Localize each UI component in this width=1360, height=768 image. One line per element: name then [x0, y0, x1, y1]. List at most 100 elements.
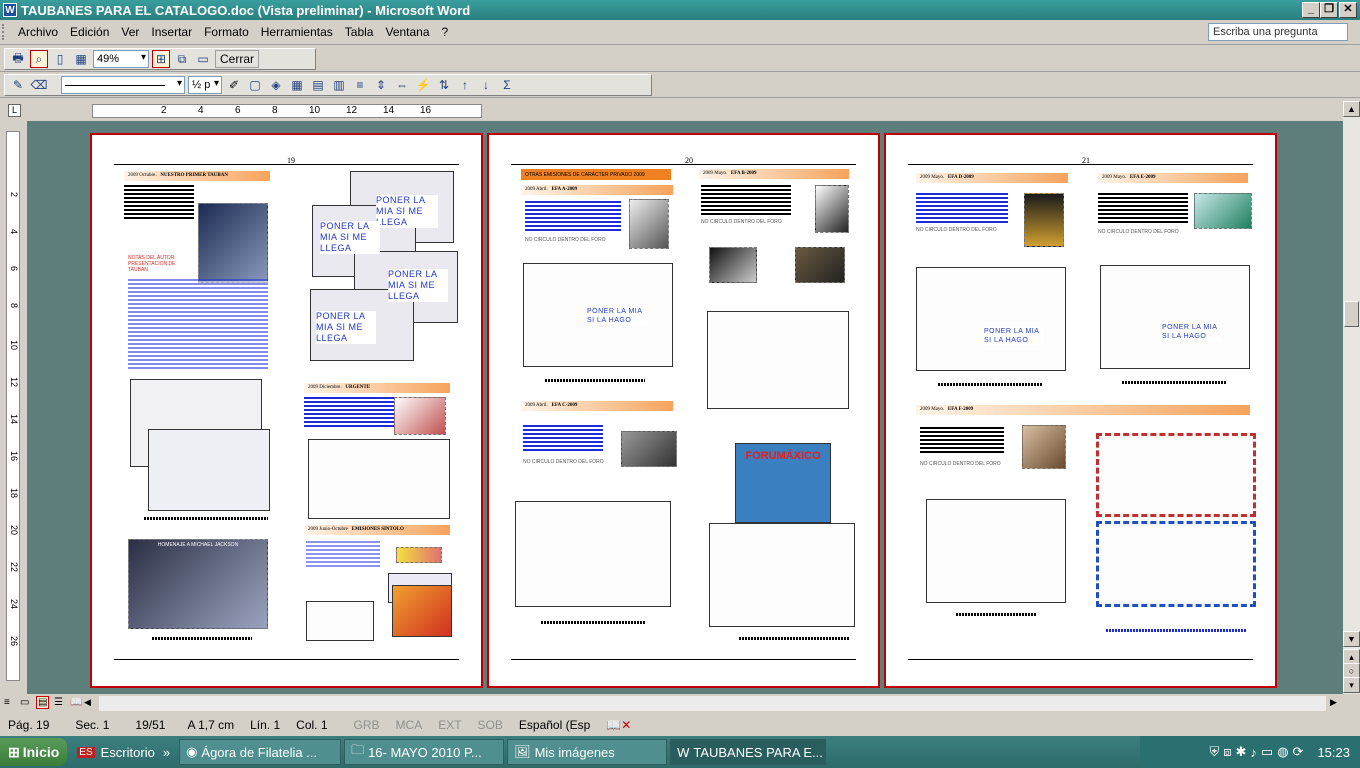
page-19[interactable]: 19 2009 Octubre. NUESTRO PRIMER TAUBAN N… — [90, 133, 483, 688]
taskbar: ⊞ Inicio ES Escritorio » ◉ Ágora de Filateli… — [0, 736, 1360, 768]
network-icon[interactable]: ⧈ — [1223, 744, 1231, 760]
taskbar-item-folder[interactable]: 🗀 16- MAYO 2010 P... — [344, 739, 505, 765]
ruler-scale[interactable]: 2 4 6 8 10 12 14 16 — [92, 104, 482, 118]
vruler-tick-label: 12 — [9, 377, 19, 388]
windows-logo-icon: ⊞ — [8, 743, 20, 760]
vruler-tick-label: 4 — [9, 229, 19, 235]
menu-insertar[interactable]: Insertar — [145, 25, 198, 39]
print-icon[interactable]: 🖶 — [9, 50, 27, 68]
menu-grip[interactable] — [2, 24, 12, 40]
word-app-icon[interactable]: W — [3, 3, 17, 17]
menu-tabla[interactable]: Tabla — [339, 25, 380, 39]
volume-icon[interactable]: ♪ — [1250, 745, 1257, 760]
next-page-button[interactable]: ▾ — [1343, 677, 1360, 693]
menu-edicion[interactable]: Edición — [64, 25, 115, 39]
help-search-input[interactable]: Escriba una pregunta — [1208, 23, 1348, 41]
placeholder-text: PONER LA MIA SI ME LLEGA — [316, 311, 376, 344]
one-page-icon[interactable]: ▯ — [51, 50, 69, 68]
taskbar-item-images[interactable]: 🖼 Mis imágenes — [507, 739, 668, 765]
web-view-icon[interactable]: ▭ — [20, 697, 29, 708]
normal-view-icon[interactable]: ≡ — [4, 697, 10, 708]
page-number: 19 — [287, 156, 295, 165]
caption — [956, 613, 1036, 616]
sort-descending-icon[interactable]: ↓ — [477, 76, 495, 94]
minimize-button[interactable]: _ — [1302, 2, 1320, 18]
taskbar-item-word[interactable]: W TAUBANES PARA E... — [670, 739, 827, 765]
caption — [545, 379, 645, 382]
insert-table-icon[interactable]: ▦ — [288, 76, 306, 94]
vruler-tick-label: 26 — [9, 636, 19, 647]
page-21[interactable]: 21 2009 Mayo. EFA D-2009 NO CIRCULO DENT… — [884, 133, 1277, 688]
restore-button[interactable]: ❐ — [1320, 2, 1338, 18]
text-block — [920, 427, 1004, 453]
outside-border-icon[interactable]: ▢ — [246, 76, 264, 94]
taskbar-item-chrome[interactable]: ◉ Ágora de Filatelia ... — [179, 739, 342, 765]
reading-view-icon[interactable]: 📖 — [70, 697, 82, 708]
status-record[interactable]: GRB — [346, 718, 388, 732]
line-style-select[interactable] — [61, 76, 185, 94]
security-icon[interactable]: ◍ — [1277, 744, 1288, 760]
status-track-changes[interactable]: MCA — [388, 718, 431, 732]
scroll-down-button[interactable]: ▼ — [1343, 631, 1360, 647]
magnifier-icon[interactable]: ⌕ — [30, 50, 48, 68]
close-preview-button[interactable]: Cerrar — [215, 50, 260, 68]
status-language[interactable]: Español (Esp — [511, 718, 598, 732]
section-title: EFA D-2009 — [947, 175, 974, 180]
sort-ascending-icon[interactable]: ↑ — [456, 76, 474, 94]
shield-icon[interactable]: ⛨ — [1209, 744, 1219, 760]
scroll-right-button[interactable]: ▶ — [1330, 697, 1337, 708]
scroll-left-button[interactable]: ◀ — [84, 697, 91, 708]
monitor-icon[interactable]: ▭ — [1261, 744, 1273, 760]
status-overtype[interactable]: SOB — [470, 718, 511, 732]
status-position: A 1,7 cm — [187, 717, 235, 732]
zoom-select[interactable]: 49% — [93, 50, 149, 68]
outline-view-icon[interactable]: ☰ — [54, 697, 63, 708]
shrink-to-fit-icon[interactable]: ⧉ — [173, 50, 191, 68]
shading-color-icon[interactable]: ◈ — [267, 76, 285, 94]
vertical-ruler-scale[interactable]: 2 4 6 8 10 12 14 16 18 20 22 24 26 — [6, 131, 20, 681]
tab-selector[interactable]: L — [8, 104, 21, 117]
vertical-scrollbar[interactable]: ▲ ▼ ▴ ○ ▾ — [1343, 101, 1360, 694]
table-autoformat-icon[interactable]: ⚡ — [414, 76, 432, 94]
split-cells-icon[interactable]: ▥ — [330, 76, 348, 94]
start-button[interactable]: ⊞ Inicio — [0, 738, 68, 766]
distribute-columns-icon[interactable]: ⇔ — [393, 76, 411, 94]
menu-ventana[interactable]: Ventana — [379, 25, 435, 39]
placeholder-text: PONER LA MIA SI ME LLEGA — [388, 269, 448, 302]
header-line — [908, 164, 1253, 165]
border-color-icon[interactable]: ✐ — [225, 76, 243, 94]
print-view-icon[interactable]: ▤ — [36, 696, 50, 709]
menu-formato[interactable]: Formato — [198, 25, 255, 39]
spelling-status-icon[interactable]: 📖✕ — [598, 718, 639, 732]
close-button[interactable]: ✕ — [1339, 2, 1357, 18]
chevron-icon: » — [162, 744, 171, 760]
autosum-icon[interactable]: Σ — [498, 76, 516, 94]
full-screen-icon[interactable]: ▭ — [194, 50, 212, 68]
update-icon[interactable]: ⟳ — [1293, 744, 1304, 760]
view-ruler-icon[interactable]: ⊞ — [152, 50, 170, 68]
word-icon: W — [677, 744, 690, 760]
menu-help[interactable]: ? — [436, 25, 455, 39]
merge-cells-icon[interactable]: ▤ — [309, 76, 327, 94]
menu-herramientas[interactable]: Herramientas — [255, 25, 339, 39]
eraser-icon[interactable]: ⌫ — [30, 76, 48, 94]
scroll-up-button[interactable]: ▲ — [1343, 101, 1360, 117]
taskbar-item-desktop[interactable]: ES Escritorio » — [71, 739, 176, 765]
stamp — [709, 247, 757, 283]
section-band: 2009 Abril. EFA C-2009 — [521, 401, 673, 411]
poster-title: FORUMÁXICO — [745, 450, 821, 462]
menu-ver[interactable]: Ver — [115, 25, 145, 39]
scroll-thumb[interactable] — [1344, 301, 1359, 327]
align-icon[interactable]: ≡ — [351, 76, 369, 94]
multiple-pages-icon[interactable]: ▦ — [72, 50, 90, 68]
distribute-rows-icon[interactable]: ⇕ — [372, 76, 390, 94]
text-direction-icon[interactable]: ⇅ — [435, 76, 453, 94]
text-block — [525, 201, 621, 231]
menu-archivo[interactable]: Archivo — [12, 25, 64, 39]
horizontal-scroll-track[interactable] — [99, 696, 1326, 711]
draw-table-icon[interactable]: ✎ — [9, 76, 27, 94]
line-weight-select[interactable]: ½ p — [188, 76, 222, 94]
page-20[interactable]: 20 OTRAS EMISIONES DE CARÁCTER PRIVADO 2… — [487, 133, 880, 688]
status-extend[interactable]: EXT — [430, 718, 469, 732]
bluetooth-icon[interactable]: ✱ — [1236, 744, 1247, 760]
